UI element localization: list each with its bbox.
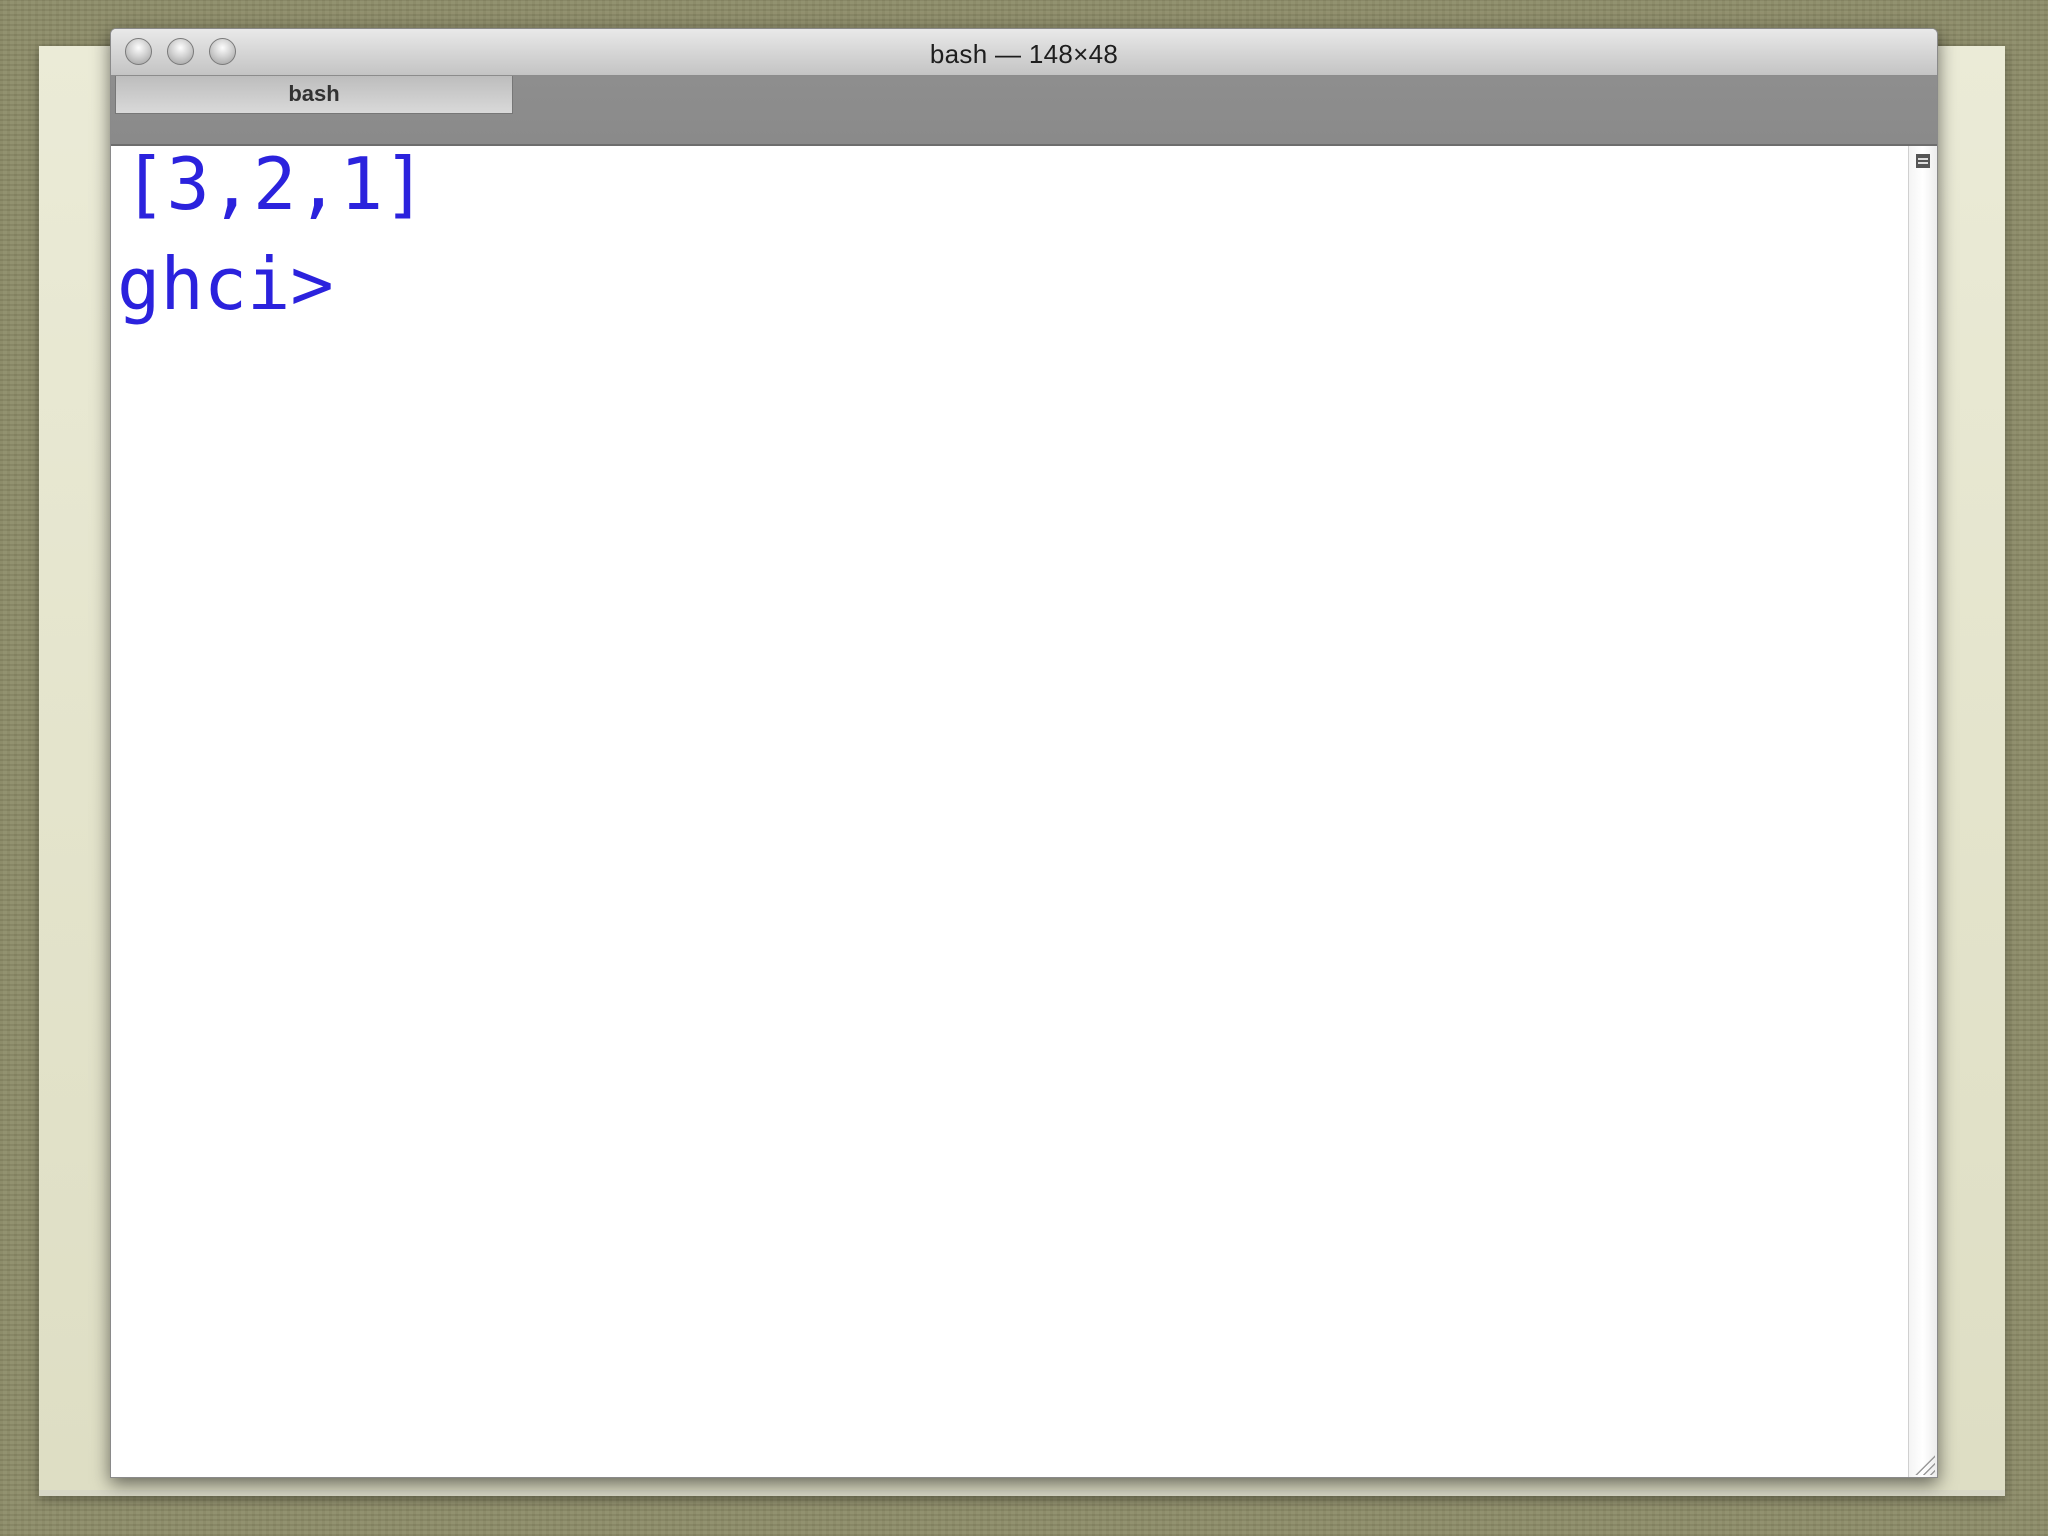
window-title: bash — 148×48: [929, 39, 1119, 69]
tab-bar: bash: [111, 76, 1937, 146]
terminal-line: [3,2,1]: [123, 142, 427, 226]
vertical-scrollbar[interactable]: [1908, 146, 1937, 1477]
terminal-prompt: ghci>: [117, 242, 334, 326]
terminal-output[interactable]: [3,2,1] ghci>: [111, 146, 1909, 1477]
split-pane-icon[interactable]: [1916, 154, 1930, 168]
terminal-window: bash — 148×48 bash [3,2,1] ghci>: [110, 28, 1938, 1478]
title-bar[interactable]: bash — 148×48: [111, 29, 1937, 76]
resize-grip-icon[interactable]: [1913, 1453, 1935, 1475]
tab-bash[interactable]: bash: [115, 76, 513, 114]
